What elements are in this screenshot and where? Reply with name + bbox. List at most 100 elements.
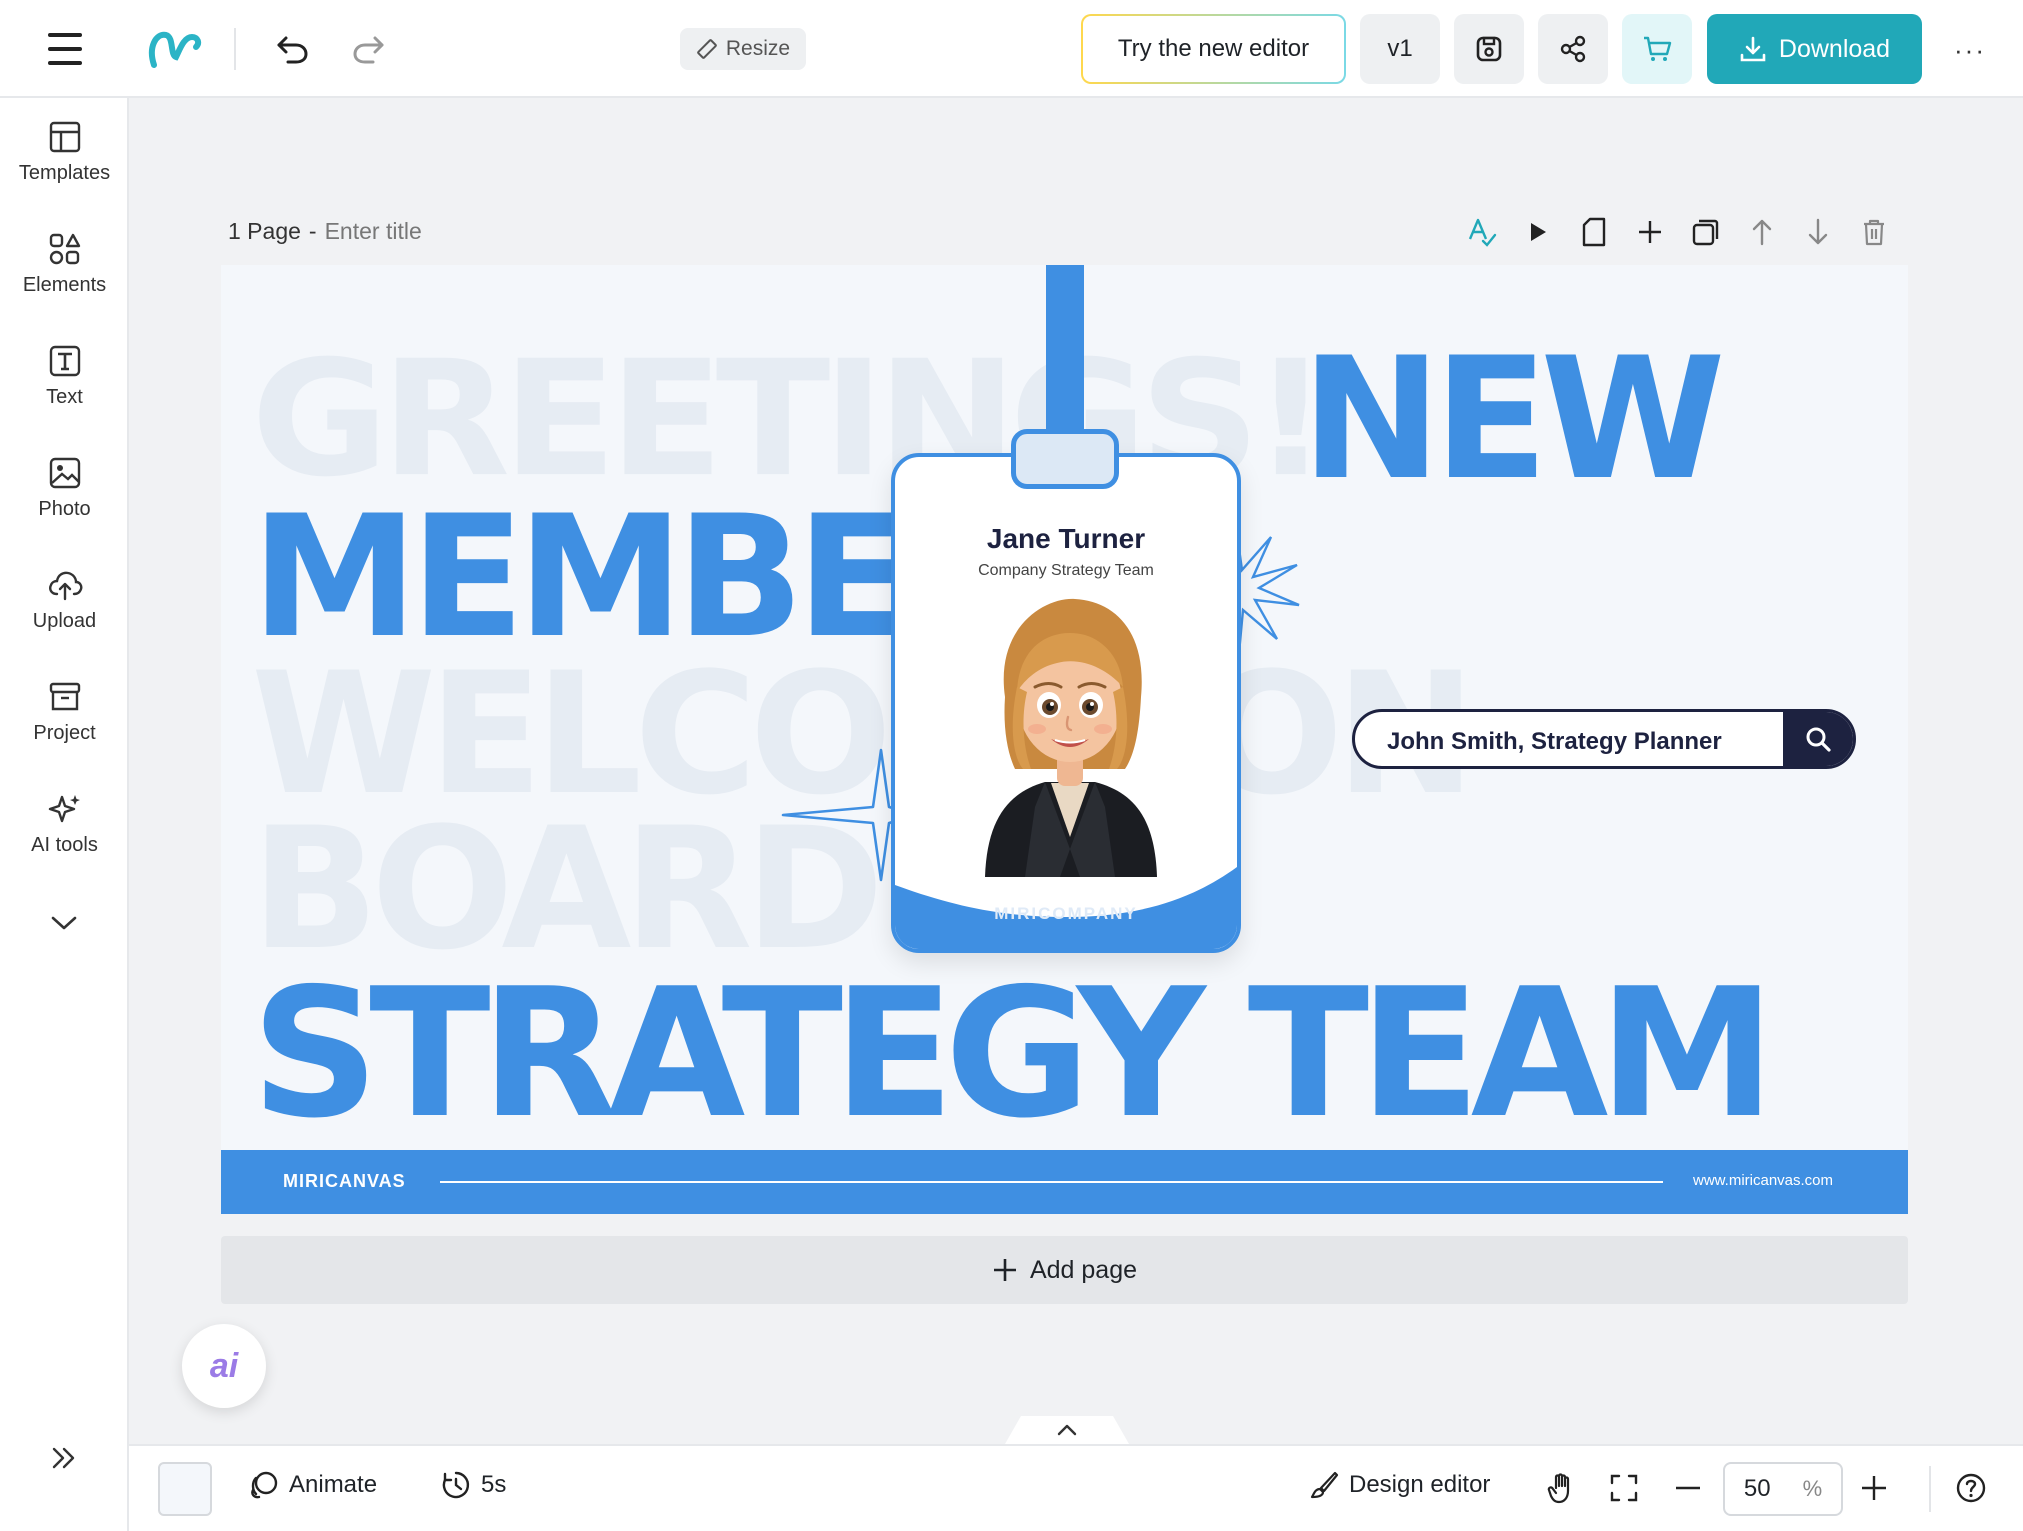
left-sidebar: Templates Elements Text Photo Upload Pro…	[0, 98, 129, 1531]
template-icon	[49, 121, 80, 153]
logo-icon[interactable]	[144, 24, 204, 74]
add-page-label: Add page	[1029, 1255, 1138, 1284]
sidebar-item-label: Text	[46, 386, 83, 408]
page-icon[interactable]	[1578, 214, 1610, 250]
badge-company: MIRICOMPANY	[994, 904, 1138, 923]
sidebar-item-label: AI tools	[31, 834, 98, 856]
upload-icon	[48, 571, 82, 601]
design-canvas[interactable]: GREETINGS! WELCOME ON BOARD NEW MEMBER S…	[221, 265, 1908, 1214]
sidebar-item-label: Photo	[38, 498, 91, 520]
version-button[interactable]: v1	[1360, 14, 1440, 84]
photo-icon	[49, 457, 80, 489]
hand-pan-icon[interactable]	[1547, 1468, 1587, 1508]
animate-label: Animate	[289, 1471, 378, 1498]
brush-icon	[1310, 1471, 1339, 1499]
id-badge: Jane Turner Company Strategy Team MIRICO…	[891, 453, 1241, 953]
redo-icon[interactable]	[345, 26, 391, 72]
undo-icon[interactable]	[270, 26, 316, 72]
animate-button[interactable]: Animate	[249, 1470, 377, 1500]
top-toolbar: Resize Try the new editor v1 Download ··…	[0, 0, 2023, 98]
more-options-icon[interactable]: ···	[1950, 30, 1990, 70]
badge-name: Jane Turner	[986, 523, 1146, 554]
zoom-out-icon[interactable]	[1673, 1468, 1713, 1508]
sidebar-item-ai-tools[interactable]: AI tools	[0, 792, 129, 892]
design-editor-button[interactable]: Design editor	[1309, 1470, 1490, 1500]
add-page-button[interactable]: Add page	[221, 1236, 1908, 1304]
sidebar-item-label: Templates	[18, 162, 111, 184]
spellcheck-icon[interactable]	[1466, 214, 1498, 250]
duration-button[interactable]: 5s	[441, 1470, 506, 1500]
ai-assistant-button[interactable]: ai	[182, 1324, 266, 1408]
sidebar-item-upload[interactable]: Upload	[0, 568, 129, 668]
save-button[interactable]	[1454, 14, 1524, 84]
collapse-panel-tab[interactable]	[1005, 1414, 1129, 1444]
sidebar-item-photo[interactable]: Photo	[0, 456, 129, 556]
bottom-toolbar: Animate 5s Design editor 50 %	[129, 1444, 2023, 1531]
avatar	[985, 598, 1157, 877]
search-pill-text: John Smith, Strategy Planner	[1387, 728, 1722, 755]
zoom-input[interactable]: 50 %	[1723, 1462, 1843, 1516]
move-up-icon[interactable]	[1746, 214, 1778, 250]
sidebar-item-elements[interactable]: Elements	[0, 232, 129, 332]
sidebar-item-text[interactable]: Text	[0, 344, 129, 444]
text-icon	[49, 345, 80, 377]
headline-new: NEW	[1301, 321, 1726, 517]
footer-brand: MIRICANVAS	[283, 1171, 406, 1191]
try-new-editor-button[interactable]: Try the new editor	[1081, 14, 1346, 84]
add-icon[interactable]	[1634, 214, 1666, 250]
ai-tools-icon	[48, 795, 80, 823]
share-icon	[1560, 35, 1586, 63]
share-button[interactable]	[1538, 14, 1608, 84]
menu-icon[interactable]	[40, 27, 90, 71]
duration-label: 5s	[481, 1471, 507, 1498]
page-header: 1 Page - Enter title	[228, 218, 422, 245]
page-title-input[interactable]: Enter title	[325, 218, 422, 245]
resize-label: Resize	[725, 37, 791, 60]
resize-button[interactable]: Resize	[680, 28, 806, 70]
elements-icon	[49, 233, 80, 265]
footer-divider	[440, 1181, 1663, 1183]
headline-strategy-team: STRATEGY TEAM	[251, 950, 1776, 1157]
background-color-swatch[interactable]	[158, 1462, 212, 1516]
canvas-footer-band: MIRICANVAS www.miricanvas.com	[221, 1150, 1908, 1214]
search-icon	[1783, 712, 1853, 766]
chevron-down-icon[interactable]	[44, 903, 84, 943]
name-search-pill: John Smith, Strategy Planner	[1352, 709, 1856, 769]
badge-team: Company Strategy Team	[978, 562, 1154, 579]
play-icon[interactable]	[1522, 214, 1554, 250]
zoom-value: 50	[1743, 1475, 1771, 1502]
page-toolbar	[1466, 214, 1890, 250]
duplicate-icon[interactable]	[1690, 214, 1722, 250]
animate-icon	[251, 1471, 278, 1499]
sidebar-item-label: Project	[33, 722, 96, 744]
download-label: Download	[1778, 34, 1891, 63]
download-button[interactable]: Download	[1707, 14, 1922, 84]
plus-icon	[993, 1259, 1016, 1281]
fit-screen-icon[interactable]	[1609, 1468, 1649, 1508]
save-icon	[1476, 36, 1502, 62]
delete-icon[interactable]	[1858, 214, 1890, 250]
move-down-icon[interactable]	[1802, 214, 1834, 250]
design-editor-label: Design editor	[1349, 1471, 1491, 1498]
download-icon	[1740, 36, 1766, 62]
sidebar-item-label: Upload	[32, 610, 97, 632]
cart-button[interactable]	[1622, 14, 1692, 84]
sidebar-item-label: Elements	[22, 274, 107, 296]
zoom-unit: %	[1802, 1476, 1823, 1501]
page-title-separator: -	[308, 218, 317, 244]
zoom-in-icon[interactable]	[1859, 1468, 1899, 1508]
toolbar-divider	[234, 28, 236, 70]
sidebar-item-project[interactable]: Project	[0, 680, 129, 780]
badge-clip	[1011, 429, 1119, 489]
cart-icon	[1644, 36, 1672, 61]
bottom-divider	[1929, 1466, 1931, 1512]
page-count: 1 Page	[228, 218, 301, 244]
footer-url: www.miricanvas.com	[1693, 1172, 1834, 1189]
expand-panel-icon[interactable]	[44, 1438, 84, 1478]
project-icon	[49, 682, 80, 711]
timer-icon	[442, 1471, 470, 1499]
sidebar-item-templates[interactable]: Templates	[0, 120, 129, 220]
ruler-icon	[697, 39, 717, 59]
help-icon[interactable]	[1955, 1468, 1995, 1508]
lanyard-strap	[1046, 265, 1084, 440]
